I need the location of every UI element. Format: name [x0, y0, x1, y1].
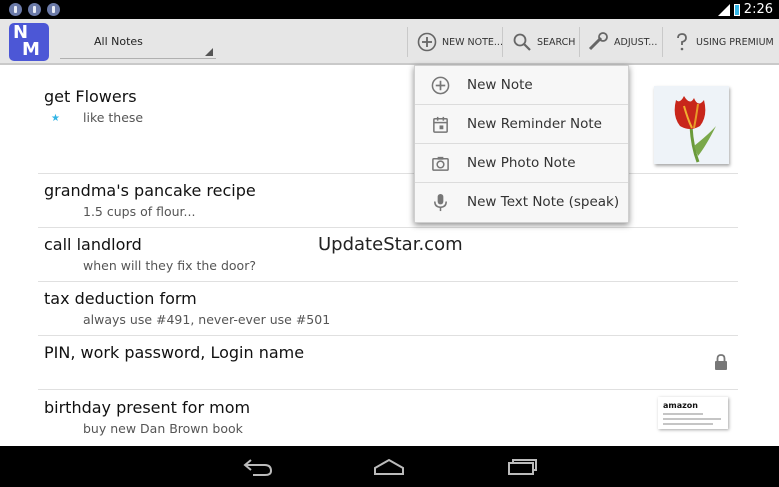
star-icon[interactable]: ★ [51, 113, 60, 124]
wrench-icon [588, 32, 608, 51]
note-preview: when will they fix the door? [83, 258, 256, 273]
amazon-logo: amazon [663, 401, 698, 410]
recent-apps-icon[interactable] [505, 454, 539, 478]
signal-icon [717, 3, 730, 16]
adjust-button[interactable]: ADJUST... [587, 19, 657, 65]
status-bar: 2:26 [0, 0, 779, 19]
battery-icon [733, 3, 740, 16]
adjust-label: ADJUST... [614, 36, 658, 48]
notes-filter-spinner[interactable]: All Notes [60, 26, 216, 59]
plus-circle-icon [417, 32, 437, 52]
note-title: tax deduction form [44, 289, 197, 308]
note-title: grandma's pancake recipe [44, 181, 256, 200]
menu-item-new-reminder-note[interactable]: New Reminder Note [415, 105, 628, 144]
premium-button[interactable]: USING PREMIUM [673, 19, 774, 65]
note-title: get Flowers [44, 87, 137, 106]
calendar-icon [433, 116, 448, 133]
status-time: 2:26 [743, 2, 773, 17]
search-label: SEARCH [537, 36, 576, 48]
divider [579, 27, 580, 57]
menu-item-new-note[interactable]: New Note [415, 66, 628, 105]
new-note-button[interactable]: NEW NOTE... [417, 19, 503, 65]
note-title: call landlord [44, 235, 142, 254]
divider [502, 27, 503, 57]
note-preview: buy new Dan Brown book [83, 421, 243, 436]
notification-icon [28, 3, 41, 16]
app-logo[interactable]: N M [9, 23, 49, 61]
note-title: PIN, work password, Login name [44, 343, 305, 362]
plus-circle-icon [431, 76, 450, 95]
note-item[interactable]: birthday present for mom buy new Dan Bro… [38, 389, 738, 446]
note-preview: 1.5 cups of flour... [83, 204, 196, 219]
navigation-bar [0, 446, 779, 487]
amazon-screenshot-thumbnail[interactable]: amazon [658, 397, 728, 429]
watermark: UpdateStar.com [318, 234, 463, 255]
dropdown-arrow-icon [205, 48, 213, 56]
search-icon [513, 33, 531, 51]
notification-icon [9, 3, 22, 16]
home-icon[interactable] [372, 454, 406, 478]
menu-item-new-photo-note[interactable]: New Photo Note [415, 144, 628, 183]
help-icon [677, 33, 687, 51]
menu-item-label: New Text Note (speak) [467, 194, 620, 210]
tulip-image [674, 96, 716, 163]
lock-icon [715, 354, 727, 370]
note-title: birthday present for mom [44, 398, 251, 417]
microphone-icon [434, 193, 447, 212]
note-item[interactable]: tax deduction form always use #491, neve… [38, 281, 738, 336]
back-icon[interactable] [241, 454, 275, 478]
camera-icon [432, 156, 449, 171]
search-button[interactable]: SEARCH [512, 19, 575, 65]
note-preview: like these [83, 110, 144, 125]
note-item[interactable]: get Flowers ★ like these [38, 65, 738, 174]
premium-label: USING PREMIUM [696, 36, 774, 48]
notification-icon [47, 3, 60, 16]
menu-item-label: New Reminder Note [467, 116, 602, 132]
action-bar: N M All Notes NEW NOTE... SEARCH ADJUST.… [0, 19, 779, 65]
new-note-label: NEW NOTE... [442, 36, 503, 48]
note-item[interactable]: PIN, work password, Login name [38, 335, 738, 390]
note-preview: always use #491, never-ever use #501 [83, 312, 331, 327]
menu-item-label: New Note [467, 77, 533, 93]
tulip-photo-thumbnail[interactable] [654, 86, 729, 164]
note-item[interactable]: grandma's pancake recipe 1.5 cups of flo… [38, 173, 738, 228]
filter-label: All Notes [94, 35, 143, 48]
new-note-menu: New Note New Reminder Note New Photo Not… [414, 65, 629, 223]
divider [662, 27, 663, 57]
divider [407, 27, 408, 57]
menu-item-new-text-note-speak[interactable]: New Text Note (speak) [415, 183, 628, 222]
menu-item-label: New Photo Note [467, 155, 576, 171]
